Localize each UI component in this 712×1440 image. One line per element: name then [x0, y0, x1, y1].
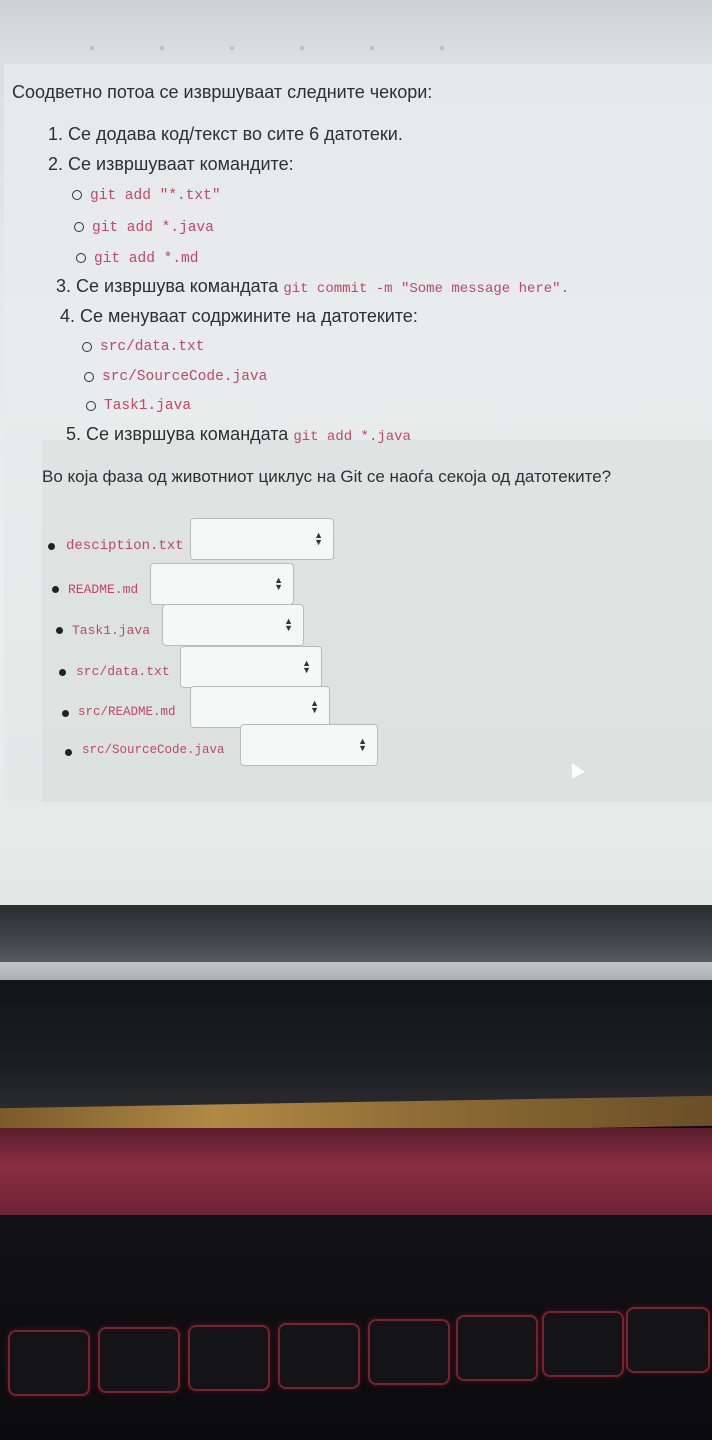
step-1: 1. Се додава код/текст во сите 6 датотек… — [48, 124, 403, 144]
command-item: git add *.md — [94, 251, 199, 267]
laptop-lid-area — [0, 980, 712, 1110]
laptop-red-trim — [0, 1128, 712, 1223]
answer-file-label: src/data.txt — [76, 664, 170, 679]
keyboard-key — [8, 1330, 90, 1396]
file-item: Task1.java — [104, 398, 192, 414]
keyboard-key — [98, 1327, 180, 1393]
keyboard-key — [368, 1319, 450, 1385]
circle-bullet-icon — [74, 222, 84, 232]
command-item: git add *.java — [92, 220, 214, 236]
command-item: git add "*.txt" — [90, 188, 221, 204]
updown-arrows-icon: ▲ ▼ — [302, 658, 311, 675]
step-4: 4. Се менуваат содржините на датотеките: — [60, 306, 418, 326]
step-3-command: git commit -m "Some message here". — [283, 281, 569, 297]
keyboard-key — [188, 1325, 270, 1391]
updown-arrows-icon: ▲ ▼ — [314, 530, 323, 547]
answer-select[interactable]: ▲ ▼ — [190, 518, 334, 560]
circle-bullet-icon — [82, 342, 92, 352]
answer-select[interactable]: ▲ ▼ — [150, 563, 294, 605]
bullet-dot-icon — [56, 627, 63, 634]
step-5: 5. Се извршува командата git add *.java — [66, 424, 411, 445]
step-5-label: 5. Се извршува командата — [66, 424, 289, 444]
step-3: 3. Се извршува командата git commit -m "… — [56, 276, 569, 297]
answer-file-label: README.md — [68, 582, 139, 597]
page-header-strip — [0, 0, 712, 62]
answer-file-label: src/SourceCode.java — [82, 743, 225, 757]
keyboard-key — [542, 1311, 624, 1377]
bullet-dot-icon — [52, 586, 59, 593]
updown-arrows-icon: ▲ ▼ — [310, 698, 319, 715]
step-2: 2. Се извршуваат командите: — [48, 154, 294, 174]
monitor-bezel — [0, 905, 712, 967]
updown-arrows-icon: ▲ ▼ — [358, 736, 367, 753]
bullet-dot-icon — [48, 543, 55, 550]
laptop-keyboard — [0, 1215, 712, 1440]
keyboard-key — [626, 1307, 710, 1373]
circle-bullet-icon — [76, 253, 86, 263]
step-3-label: 3. Се извршува командата — [56, 276, 279, 296]
bullet-dot-icon — [65, 749, 72, 756]
keyboard-key — [278, 1323, 360, 1389]
monitor-screen: Соодветно потоа се извршуваат следните ч… — [0, 0, 712, 980]
answer-file-label: Task1.java — [72, 623, 151, 638]
circle-bullet-icon — [72, 190, 82, 200]
bullet-dot-icon — [59, 669, 66, 676]
answer-file-label: desciption.txt — [66, 538, 184, 554]
question-text: Во која фаза од животниот циклус на Git … — [42, 467, 612, 486]
bullet-dot-icon — [62, 710, 69, 717]
intro-text: Соодветно потоа се извршуваат следните ч… — [12, 82, 433, 102]
circle-bullet-icon — [86, 401, 96, 411]
answer-select[interactable]: ▲ ▼ — [162, 604, 304, 646]
file-item: src/data.txt — [100, 339, 205, 355]
file-item: src/SourceCode.java — [102, 369, 268, 385]
answer-file-label: src/README.md — [78, 705, 176, 719]
answer-select[interactable]: ▲ ▼ — [190, 686, 330, 728]
updown-arrows-icon: ▲ ▼ — [284, 616, 293, 633]
step-5-command: git add *.java — [293, 429, 411, 445]
circle-bullet-icon — [84, 372, 94, 382]
updown-arrows-icon: ▲ ▼ — [274, 575, 283, 592]
answer-select[interactable]: ▲ ▼ — [240, 724, 378, 766]
keyboard-key — [456, 1315, 538, 1381]
answer-select[interactable]: ▲ ▼ — [180, 646, 322, 688]
